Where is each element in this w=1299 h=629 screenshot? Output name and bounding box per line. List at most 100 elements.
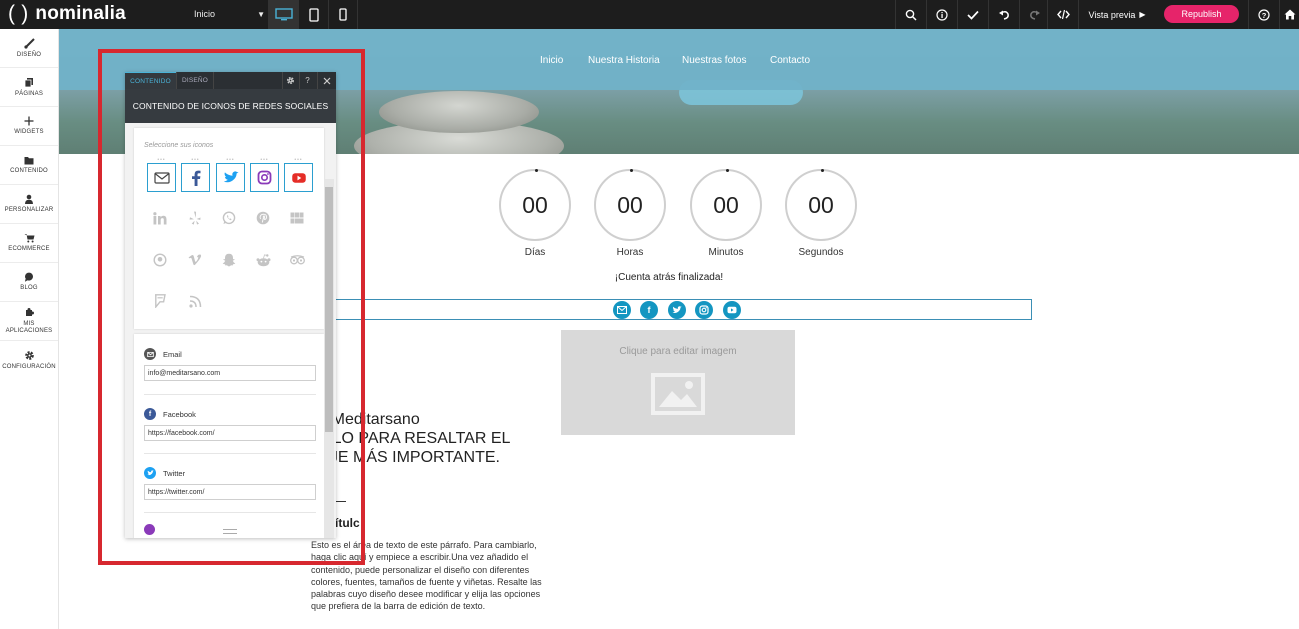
panel-title: CONTENIDO DE ICONOS DE REDES SOCIALES bbox=[125, 89, 336, 123]
desktop-icon bbox=[274, 8, 293, 21]
sidebar-item-contenido[interactable]: CONTENIDO bbox=[0, 146, 58, 185]
selected-facebook-icon[interactable] bbox=[181, 163, 210, 192]
undo-button[interactable] bbox=[988, 0, 1019, 29]
whatsapp-icon[interactable] bbox=[218, 207, 240, 229]
nav-link-contacto[interactable]: Contacto bbox=[770, 55, 810, 66]
twitter-url-input[interactable]: https://twitter.com/ bbox=[144, 484, 316, 500]
tripadvisor-icon[interactable] bbox=[286, 249, 308, 271]
page-selector[interactable]: Inicio ▼ bbox=[187, 4, 267, 24]
foursquare-icon[interactable] bbox=[149, 290, 171, 312]
code-button[interactable] bbox=[1047, 0, 1078, 29]
paragraph-text[interactable]: Esto es el área de texto de este párrafo… bbox=[311, 539, 551, 613]
linkedin-icon[interactable] bbox=[149, 207, 171, 229]
icon-selector-label: Seleccione sus iconos bbox=[144, 142, 214, 149]
email-link-field: Email info@meditarsano.com bbox=[144, 347, 316, 381]
redo-button[interactable] bbox=[1019, 0, 1050, 29]
panel-close-button[interactable] bbox=[317, 72, 336, 89]
drag-handle[interactable]: ••• bbox=[284, 158, 313, 163]
reddit-icon[interactable] bbox=[252, 249, 274, 271]
panel-help-button[interactable]: ? bbox=[299, 72, 315, 89]
sidebar-item-configuracion[interactable]: CONFIGURACIÓN bbox=[0, 341, 58, 380]
nav-link-nuestra-historia[interactable]: Nuestra Historia bbox=[588, 55, 660, 66]
undo-icon bbox=[999, 10, 1009, 20]
sidebar-item-label: CONTENIDO bbox=[10, 167, 48, 174]
check-button[interactable] bbox=[957, 0, 988, 29]
tab-diseno[interactable]: DISEÑO bbox=[176, 72, 214, 89]
logo-text: nominalia bbox=[35, 3, 126, 24]
countdown-marker bbox=[821, 169, 824, 172]
nav-link-inicio[interactable]: Inicio bbox=[540, 55, 563, 66]
sidebar-item-widgets[interactable]: WIDGETS bbox=[0, 107, 58, 146]
instagram-icon[interactable] bbox=[695, 301, 713, 319]
selected-twitter-icon[interactable] bbox=[216, 163, 245, 192]
twitter-icon[interactable] bbox=[668, 301, 686, 319]
info-button[interactable] bbox=[926, 0, 957, 29]
selected-instagram-icon[interactable] bbox=[250, 163, 279, 192]
email-input[interactable]: info@meditarsano.com bbox=[144, 365, 316, 381]
countdown-marker bbox=[630, 169, 633, 172]
facebook-icon[interactable]: f bbox=[640, 301, 658, 319]
drag-handle[interactable]: ••• bbox=[216, 158, 245, 163]
desktop-view-button[interactable] bbox=[268, 0, 298, 29]
preview-button[interactable]: Vista previa ▶ bbox=[1078, 0, 1155, 29]
nav-link-nuestras-fotos[interactable]: Nuestras fotos bbox=[682, 55, 746, 66]
social-icons-widget[interactable]: f bbox=[309, 299, 1032, 320]
sidebar-item-label: PERSONALIZAR bbox=[4, 207, 54, 213]
search-button[interactable] bbox=[895, 0, 926, 29]
vimeo-icon[interactable] bbox=[184, 249, 206, 271]
drag-handle[interactable]: ••• bbox=[181, 158, 210, 163]
pinterest-icon[interactable] bbox=[252, 207, 274, 229]
houzz-icon[interactable] bbox=[286, 207, 308, 229]
social-links-card: Email info@meditarsano.com f Facebook ht… bbox=[134, 334, 324, 538]
help-icon: ? bbox=[305, 76, 310, 85]
countdown-label: Minutos bbox=[708, 247, 744, 258]
brush-icon bbox=[23, 37, 35, 49]
sidebar-item-label: WIDGETS bbox=[14, 129, 44, 135]
sidebar-item-personalizar[interactable]: PERSONALIZAR bbox=[0, 185, 58, 224]
snapchat-icon[interactable] bbox=[218, 249, 240, 271]
youtube-icon[interactable] bbox=[723, 301, 741, 319]
tab-contenido[interactable]: CONTENIDO bbox=[125, 72, 176, 89]
panel-resize-handle[interactable] bbox=[223, 529, 237, 534]
countdown-minutes[interactable]: 00 bbox=[690, 169, 762, 241]
drag-handle[interactable]: ••• bbox=[147, 158, 176, 163]
svg-text:?: ? bbox=[1262, 10, 1267, 19]
gear-icon bbox=[24, 351, 34, 360]
sidebar-item-diseno[interactable]: DISEÑO bbox=[0, 29, 58, 68]
sidebar-item-mis-aplicaciones[interactable]: MIS APLICACIONES bbox=[0, 302, 58, 341]
facebook-field-label: Facebook bbox=[163, 409, 196, 419]
puzzle-icon bbox=[25, 308, 34, 316]
countdown-seconds[interactable]: 00 bbox=[785, 169, 857, 241]
home-button[interactable] bbox=[1279, 0, 1299, 29]
sidebar-item-ecommerce[interactable]: ECOMMERCE bbox=[0, 224, 58, 263]
icon-selector-card: Seleccione sus iconos ••• ••• ••• ••• ••… bbox=[134, 128, 324, 329]
brand-logo[interactable]: ( ) nominalia bbox=[8, 2, 126, 26]
rss-icon[interactable] bbox=[184, 290, 206, 312]
panel-tabs: CONTENIDO DISEÑO ? bbox=[125, 72, 336, 89]
countdown-hours[interactable]: 00 bbox=[594, 169, 666, 241]
help-button[interactable]: ? bbox=[1248, 0, 1279, 29]
periscope-icon[interactable] bbox=[149, 249, 171, 271]
tablet-view-button[interactable] bbox=[298, 0, 328, 29]
facebook-url-input[interactable]: https://facebook.com/ bbox=[144, 425, 316, 441]
home-icon bbox=[1284, 9, 1295, 20]
sidebar-item-blog[interactable]: BLOG bbox=[0, 263, 58, 302]
yelp-icon[interactable] bbox=[184, 207, 206, 229]
countdown-days[interactable]: 00 bbox=[499, 169, 571, 241]
selected-youtube-icon[interactable] bbox=[284, 163, 313, 192]
republish-button[interactable]: Republish bbox=[1164, 5, 1239, 23]
sidebar-item-paginas[interactable]: PÁGINAS bbox=[0, 68, 58, 107]
panel-scrollbar[interactable]: ⌄ bbox=[324, 179, 334, 538]
editor-root: ( ) nominalia Inicio ▼ Vista previa ▶ Re… bbox=[0, 0, 1299, 629]
drag-handle[interactable]: ••• bbox=[250, 158, 279, 163]
mobile-view-button[interactable] bbox=[328, 0, 358, 29]
info-icon bbox=[936, 8, 948, 21]
email-icon[interactable] bbox=[613, 301, 631, 319]
selected-email-icon[interactable] bbox=[147, 163, 176, 192]
panel-settings-button[interactable] bbox=[282, 72, 298, 89]
twitter-field-header: Twitter bbox=[144, 466, 316, 480]
image-placeholder[interactable]: Clique para editar imagem bbox=[561, 330, 795, 435]
sidebar-item-label: CONFIGURACIÓN bbox=[2, 364, 56, 370]
scroll-thumb[interactable] bbox=[325, 187, 333, 432]
plus-icon bbox=[24, 116, 34, 126]
